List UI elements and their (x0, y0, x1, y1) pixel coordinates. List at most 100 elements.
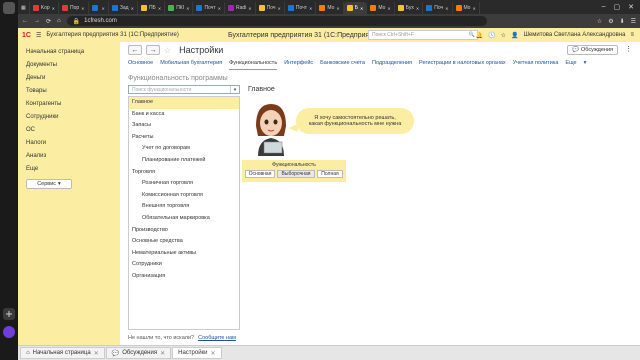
tree-item[interactable]: Запасы (129, 120, 239, 132)
settings-tab[interactable]: Учетная политика (513, 60, 559, 70)
tree-item[interactable]: Главное (129, 97, 239, 109)
close-tab-icon[interactable]: ✕ (186, 6, 189, 11)
settings-menu-icon[interactable]: ≡ (630, 32, 634, 38)
sidebar-item[interactable]: Документы (18, 59, 120, 72)
favorite-star-icon[interactable]: ☆ (164, 46, 171, 55)
tree-item[interactable]: Торговля (129, 167, 239, 179)
minimize-icon[interactable]: – (602, 3, 606, 11)
settings-tab[interactable]: Банковские счета (320, 60, 365, 70)
browser-tab[interactable]: Бух ✕ (395, 2, 424, 14)
browser-tab[interactable]: Почт ✕ (193, 2, 225, 14)
search-icon[interactable]: 🔍 (469, 32, 475, 38)
window-tab[interactable]: ⌂ Начальная страница ✕ (20, 347, 105, 359)
more-actions-button[interactable]: ⋮ (625, 45, 632, 55)
close-icon[interactable]: ✕ (160, 350, 165, 357)
close-tab-icon[interactable]: ✕ (387, 6, 390, 11)
close-tab-icon[interactable]: ✕ (81, 6, 84, 11)
dropdown-arrow-icon[interactable]: ▾ (230, 86, 239, 93)
close-tab-icon[interactable]: ✕ (248, 6, 251, 11)
reload-icon[interactable]: ⟳ (46, 18, 51, 25)
tree-item[interactable]: Учет по договорам (129, 143, 239, 155)
sidebar-item[interactable]: Анализ (18, 150, 120, 163)
add-icon[interactable] (3, 308, 15, 320)
close-icon[interactable]: ✕ (211, 350, 216, 357)
browser-tab[interactable]: Почт ✕ (285, 2, 317, 14)
feature-search-input[interactable]: Поиск функциональности ▾ (128, 85, 240, 94)
back-button[interactable]: ← (128, 45, 142, 55)
browser-tab[interactable]: Radi ✕ (225, 2, 256, 14)
service-button[interactable]: Сервис ▾ (26, 179, 72, 189)
sidebar-item[interactable]: Сотрудники (18, 111, 120, 124)
forward-icon[interactable]: → (34, 18, 40, 24)
settings-tab[interactable]: Мобильная бухгалтерия (160, 60, 222, 70)
tree-item[interactable]: Производство (129, 225, 239, 237)
close-tab-icon[interactable]: ✕ (360, 6, 363, 11)
close-window-icon[interactable]: ✕ (628, 3, 634, 11)
settings-tab[interactable]: Регистрации в налоговых органах (419, 60, 506, 70)
browser-tab[interactable]: Б ✕ (343, 2, 368, 14)
browser-tab[interactable]: Поч ✕ (423, 2, 453, 14)
sections-icon[interactable]: ☰ (36, 32, 41, 39)
tree-item[interactable]: Розничная торговля (129, 178, 239, 190)
tree-item[interactable]: Комиссионная торговля (129, 190, 239, 202)
global-search-input[interactable]: Поиск Ctrl+Shift+F 🔍 (368, 30, 478, 40)
tree-item[interactable]: Планирование платежей (129, 155, 239, 167)
settings-tab[interactable]: Еще (565, 60, 576, 70)
user-icon[interactable]: 👤 (511, 32, 518, 39)
browser-nav-button[interactable]: ▦ (18, 2, 30, 14)
settings-tab[interactable]: Подразделения (372, 60, 412, 70)
close-tab-icon[interactable]: ✕ (445, 6, 448, 11)
window-tab[interactable]: 💬 Обсуждения ✕ (105, 347, 172, 359)
browser-tab[interactable]: Пор ✕ (59, 2, 89, 14)
menu-icon[interactable]: ☰ (631, 18, 636, 25)
star-icon[interactable]: ☆ (501, 32, 506, 39)
sidebar-item[interactable]: Товары (18, 85, 120, 98)
settings-tab[interactable]: Интерфейс (284, 60, 313, 70)
sidebar-item[interactable]: Начальная страница (18, 46, 120, 59)
close-tab-icon[interactable]: ✕ (336, 6, 339, 11)
close-tab-icon[interactable]: ✕ (218, 6, 221, 11)
browser-tab[interactable]: Поч ✕ (256, 2, 285, 14)
browser-tab[interactable]: Мо ✕ (367, 2, 395, 14)
maximize-icon[interactable]: ▢ (614, 3, 621, 11)
history-icon[interactable]: 🕓 (488, 32, 495, 39)
close-tab-icon[interactable]: ✕ (131, 6, 134, 11)
report-link[interactable]: Сообщите нам (198, 335, 236, 341)
tree-item[interactable]: Расчеты (129, 132, 239, 144)
tree-item[interactable]: Нематериальные активы (129, 248, 239, 260)
close-tab-icon[interactable]: ✕ (278, 6, 281, 11)
sidebar-item[interactable]: Деньги (18, 72, 120, 85)
close-tab-icon[interactable]: ✕ (52, 6, 55, 11)
discussions-button[interactable]: 💬 Обсуждения (567, 45, 618, 55)
sidebar-item[interactable]: ОС (18, 124, 120, 137)
close-icon[interactable]: ✕ (94, 350, 99, 357)
chevron-down-icon[interactable]: ▾ (584, 60, 587, 70)
extensions-icon[interactable]: ⚙ (608, 18, 613, 25)
close-tab-icon[interactable]: ✕ (309, 6, 312, 11)
download-icon[interactable]: ⬇ (620, 18, 625, 25)
browser-tab[interactable]: ПБ ✕ (138, 2, 166, 14)
close-tab-icon[interactable]: ✕ (416, 6, 419, 11)
tree-item[interactable]: Внешняя торговля (129, 201, 239, 213)
user-name[interactable]: Шемитова Светлана Александровна (523, 32, 625, 38)
home-icon[interactable]: ⌂ (57, 18, 61, 24)
sidebar-item[interactable]: Контрагенты (18, 98, 120, 111)
browser-tab[interactable]: ✕ (89, 2, 109, 14)
browser-tab[interactable]: ПКІ ✕ (165, 2, 194, 14)
close-tab-icon[interactable]: ✕ (472, 6, 475, 11)
close-tab-icon[interactable]: ✕ (158, 6, 161, 11)
sidebar-item[interactable]: Еще (18, 163, 120, 176)
forward-button[interactable]: → (146, 45, 160, 55)
settings-tab[interactable]: Основное (128, 60, 153, 70)
sidebar-item[interactable]: Налоги (18, 137, 120, 150)
bookmark-icon[interactable]: ☆ (597, 18, 602, 25)
back-icon[interactable]: ← (22, 18, 28, 24)
settings-tab[interactable]: Функциональность (229, 60, 278, 70)
functionality-option[interactable]: Выборочная (277, 170, 315, 178)
tree-item[interactable]: Сотрудники (129, 259, 239, 271)
browser-tab[interactable]: Mo ✕ (316, 2, 344, 14)
tree-item[interactable]: Организация (129, 271, 239, 283)
bell-icon[interactable]: 🔔 (476, 32, 483, 39)
tree-item[interactable]: Основные средства (129, 236, 239, 248)
tree-item[interactable]: Обязательная маркировка (129, 213, 239, 225)
